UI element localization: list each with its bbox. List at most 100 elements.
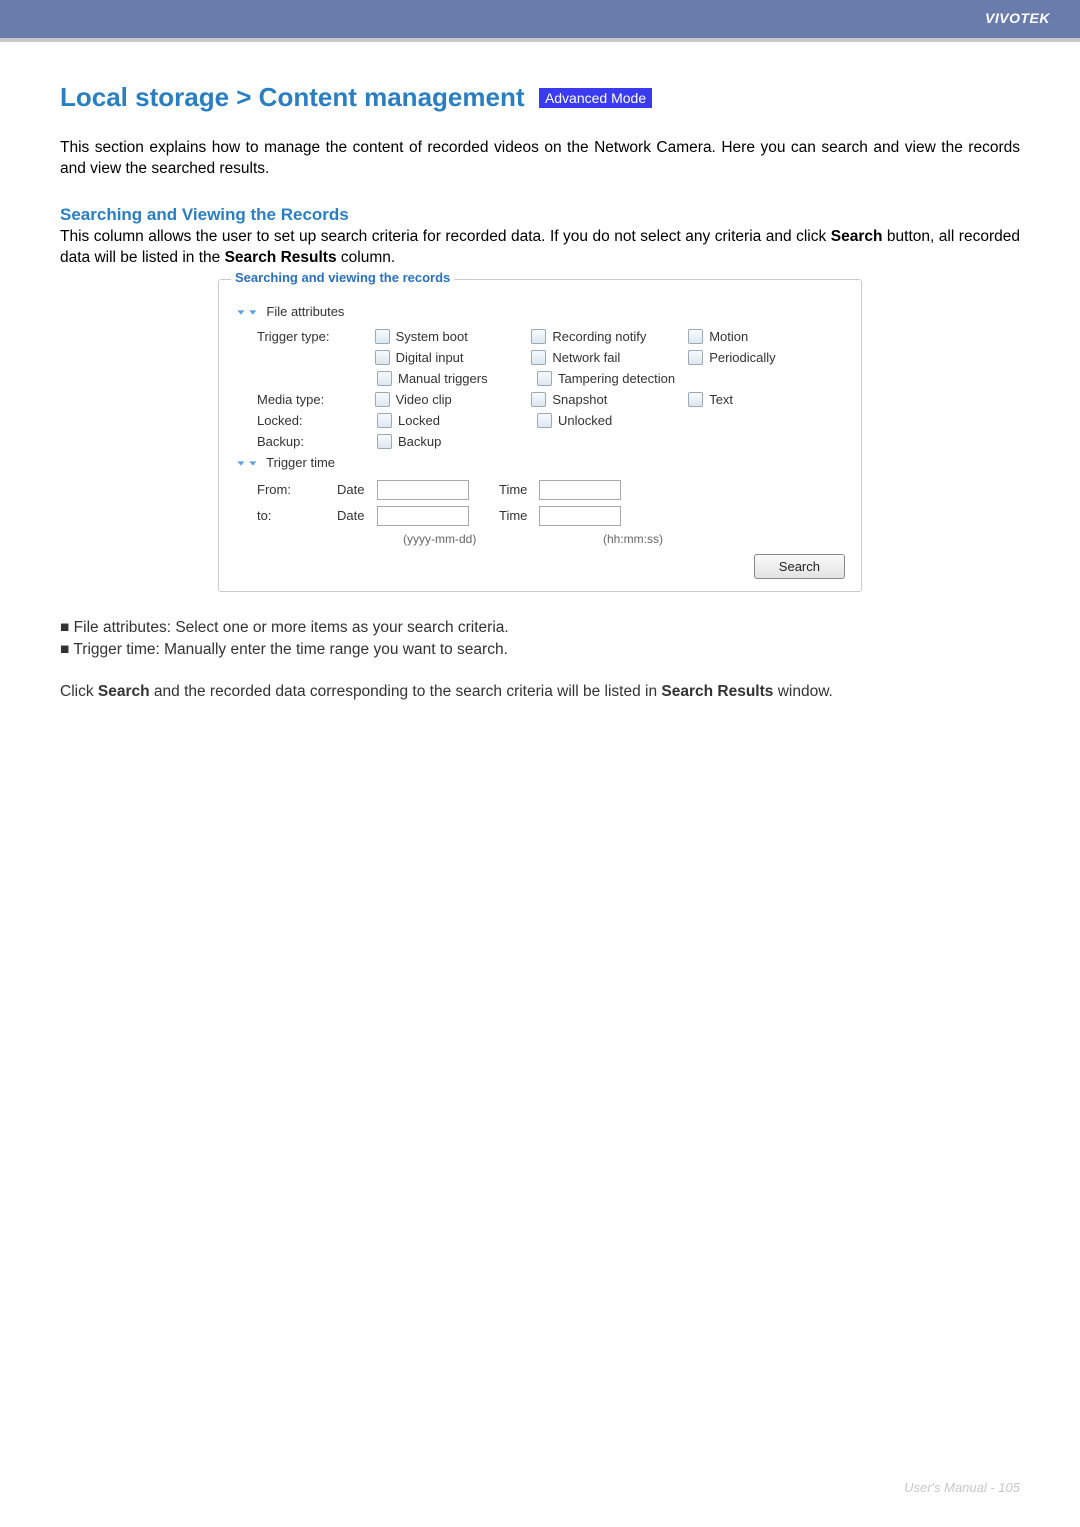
- chevron-down-icon: ▼▼: [235, 307, 259, 315]
- media-type-row: Media type: Video clip Snapshot Text: [235, 392, 845, 407]
- checkbox-periodically[interactable]: Periodically: [688, 350, 845, 365]
- checkbox-icon: [537, 413, 552, 428]
- date-word: Date: [337, 482, 377, 497]
- searching-description: This column allows the user to set up se…: [60, 227, 1020, 269]
- checkbox-manual-triggers[interactable]: Manual triggers: [377, 371, 537, 386]
- closing-pre: Click: [60, 683, 98, 700]
- cb-label: Recording notify: [552, 329, 646, 344]
- checkbox-icon: [531, 392, 546, 407]
- cb-label: Manual triggers: [398, 371, 488, 386]
- checkbox-system-boot[interactable]: System boot: [375, 329, 532, 344]
- checkbox-video-clip[interactable]: Video clip: [375, 392, 532, 407]
- checkbox-icon: [375, 329, 390, 344]
- cb-label: Snapshot: [552, 392, 607, 407]
- cb-label: Text: [709, 392, 733, 407]
- format-hints: (yyyy-mm-dd) (hh:mm:ss): [235, 532, 845, 546]
- to-date-input[interactable]: [377, 506, 469, 526]
- cb-label: System boot: [396, 329, 468, 344]
- desc-post: column.: [337, 249, 396, 266]
- trigger-type-row-3: Manual triggers Tampering detection: [235, 371, 845, 386]
- from-date-input[interactable]: [377, 480, 469, 500]
- trigger-type-row-2: Digital input Network fail Periodically: [235, 350, 845, 365]
- from-label: From:: [235, 482, 337, 497]
- checkbox-icon: [531, 350, 546, 365]
- from-row: From: Date Time: [235, 480, 845, 500]
- time-word: Time: [499, 482, 539, 497]
- checkbox-network-fail[interactable]: Network fail: [531, 350, 688, 365]
- closing-results-word: Search Results: [661, 683, 773, 700]
- content-area: Local storage > Content management Advan…: [0, 42, 1080, 1373]
- bullet-text: File attributes: Select one or more item…: [74, 619, 509, 636]
- page-title: Local storage > Content management: [60, 82, 524, 113]
- cb-label: Backup: [398, 434, 441, 449]
- searching-heading: Searching and Viewing the Records: [60, 205, 1020, 225]
- desc-pre: This column allows the user to set up se…: [60, 228, 831, 245]
- checkbox-backup[interactable]: Backup: [377, 434, 537, 449]
- cb-label: Network fail: [552, 350, 620, 365]
- search-button[interactable]: Search: [754, 554, 845, 579]
- checkbox-icon: [688, 329, 703, 344]
- desc-search-word: Search: [831, 228, 883, 245]
- locked-row: Locked: Locked Unlocked: [235, 413, 845, 428]
- to-time-input[interactable]: [539, 506, 621, 526]
- trigger-time-label: Trigger time: [266, 455, 335, 470]
- desc-results-word: Search Results: [225, 249, 337, 266]
- search-panel: Searching and viewing the records ▼▼ Fil…: [218, 279, 862, 592]
- trigger-time-header[interactable]: ▼▼ Trigger time: [235, 455, 845, 470]
- cb-label: Digital input: [396, 350, 464, 365]
- checkbox-icon: [537, 371, 552, 386]
- closing-post: window.: [773, 683, 832, 700]
- checkbox-icon: [688, 392, 703, 407]
- page-footer: User's Manual - 105: [904, 1480, 1020, 1495]
- backup-row: Backup: Backup: [235, 434, 845, 449]
- cb-label: Locked: [398, 413, 440, 428]
- file-attributes-label: File attributes: [266, 304, 344, 319]
- checkbox-motion[interactable]: Motion: [688, 329, 845, 344]
- intro-text: This section explains how to manage the …: [60, 138, 1020, 180]
- time-word: Time: [499, 508, 539, 523]
- bullet-list: ■ File attributes: Select one or more it…: [60, 617, 1020, 662]
- checkbox-icon: [688, 350, 703, 365]
- mode-badge: Advanced Mode: [539, 88, 652, 108]
- to-label: to:: [235, 508, 337, 523]
- checkbox-locked[interactable]: Locked: [377, 413, 537, 428]
- time-hint: (hh:mm:ss): [563, 532, 663, 546]
- locked-label: Locked:: [235, 413, 377, 428]
- file-attributes-header[interactable]: ▼▼ File attributes: [235, 304, 845, 319]
- trigger-type-label: Trigger type:: [235, 329, 375, 344]
- checkbox-digital-input[interactable]: Digital input: [375, 350, 532, 365]
- checkbox-snapshot[interactable]: Snapshot: [531, 392, 688, 407]
- checkbox-icon: [377, 371, 392, 386]
- checkbox-text[interactable]: Text: [688, 392, 845, 407]
- checkbox-tampering-detection[interactable]: Tampering detection: [537, 371, 737, 386]
- closing-mid: and the recorded data corresponding to t…: [150, 683, 662, 700]
- date-hint: (yyyy-mm-dd): [235, 532, 563, 546]
- panel-legend: Searching and viewing the records: [231, 270, 454, 285]
- closing-text: Click Search and the recorded data corre…: [60, 682, 1020, 703]
- checkbox-icon: [375, 350, 390, 365]
- header-bar: VIVOTEK: [0, 0, 1080, 38]
- cb-label: Motion: [709, 329, 748, 344]
- checkbox-icon: [531, 329, 546, 344]
- bullet-file-attributes: ■ File attributes: Select one or more it…: [60, 617, 1020, 639]
- cb-label: Tampering detection: [558, 371, 675, 386]
- chevron-down-icon: ▼▼: [235, 458, 259, 466]
- from-time-input[interactable]: [539, 480, 621, 500]
- cb-label: Video clip: [396, 392, 452, 407]
- checkbox-recording-notify[interactable]: Recording notify: [531, 329, 688, 344]
- date-word: Date: [337, 508, 377, 523]
- closing-search-word: Search: [98, 683, 150, 700]
- bullet-trigger-time: ■ Trigger time: Manually enter the time …: [60, 639, 1020, 661]
- media-type-label: Media type:: [235, 392, 375, 407]
- backup-label: Backup:: [235, 434, 377, 449]
- brand-label: VIVOTEK: [985, 10, 1050, 26]
- bullet-text: Trigger time: Manually enter the time ra…: [73, 641, 508, 658]
- cb-label: Unlocked: [558, 413, 612, 428]
- checkbox-icon: [377, 434, 392, 449]
- cb-label: Periodically: [709, 350, 775, 365]
- checkbox-icon: [375, 392, 390, 407]
- trigger-type-row-1: Trigger type: System boot Recording noti…: [235, 329, 845, 344]
- checkbox-unlocked[interactable]: Unlocked: [537, 413, 697, 428]
- to-row: to: Date Time: [235, 506, 845, 526]
- title-line: Local storage > Content management Advan…: [60, 82, 1020, 113]
